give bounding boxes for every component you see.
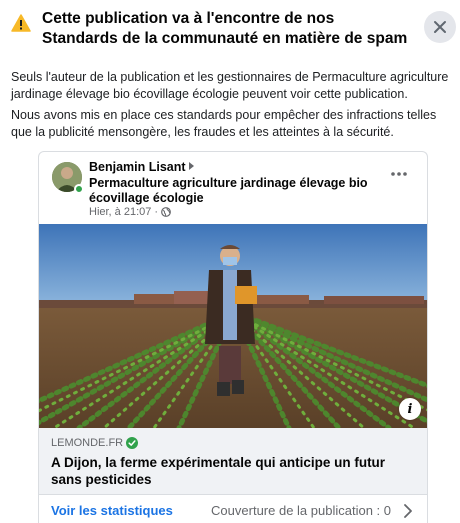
link-domain: LEMONDE.FR <box>51 437 124 449</box>
more-options-button[interactable] <box>387 164 411 184</box>
globe-icon <box>161 207 171 217</box>
close-icon <box>434 21 446 33</box>
more-dots-icon <box>391 172 407 176</box>
close-button[interactable] <box>424 11 456 43</box>
link-preview-image[interactable]: i <box>39 224 427 428</box>
link-title[interactable]: A Dijon, la ferme expérimentale qui anti… <box>51 454 411 488</box>
verified-check-icon <box>126 437 139 449</box>
stats-row: Voir les statistiques Couverture de la p… <box>39 494 427 523</box>
author-avatar-wrapper[interactable] <box>52 162 84 194</box>
warning-triangle-icon <box>11 14 31 32</box>
post-reach: Couverture de la publication : 0 <box>211 503 391 518</box>
online-status-dot <box>74 184 84 194</box>
violation-header: Cette publication va à l'encontre de nos… <box>0 0 460 58</box>
post-time[interactable]: Hier, à 21:07 <box>89 206 151 218</box>
post-meta: Hier, à 21:07 · <box>89 206 171 218</box>
info-button[interactable]: i <box>399 398 421 420</box>
author-name[interactable]: Benjamin Lisant <box>89 160 186 174</box>
farmer-in-field-image <box>39 224 427 428</box>
post-card: Benjamin Lisant Permaculture agriculture… <box>38 151 428 523</box>
link-preview[interactable]: LEMONDE.FR A Dijon, la ferme expérimenta… <box>39 428 427 494</box>
standards-notice: Nous avons mis en place ces standards po… <box>11 108 437 139</box>
view-insights-link[interactable]: Voir les statistiques <box>51 503 173 518</box>
visibility-notice: Seuls l'auteur de la publication et les … <box>11 70 449 101</box>
group-name[interactable]: Permaculture agriculture jardinage éleva… <box>89 176 368 206</box>
post-author-line: Benjamin Lisant Permaculture agriculture… <box>89 160 389 207</box>
arrow-right-icon <box>188 162 194 170</box>
info-icon: i <box>407 401 413 417</box>
link-domain-row: LEMONDE.FR <box>51 437 139 449</box>
violation-title: Cette publication va à l'encontre de nos… <box>42 10 408 47</box>
chevron-right-icon[interactable] <box>403 504 413 518</box>
meta-separator: · <box>154 206 159 218</box>
